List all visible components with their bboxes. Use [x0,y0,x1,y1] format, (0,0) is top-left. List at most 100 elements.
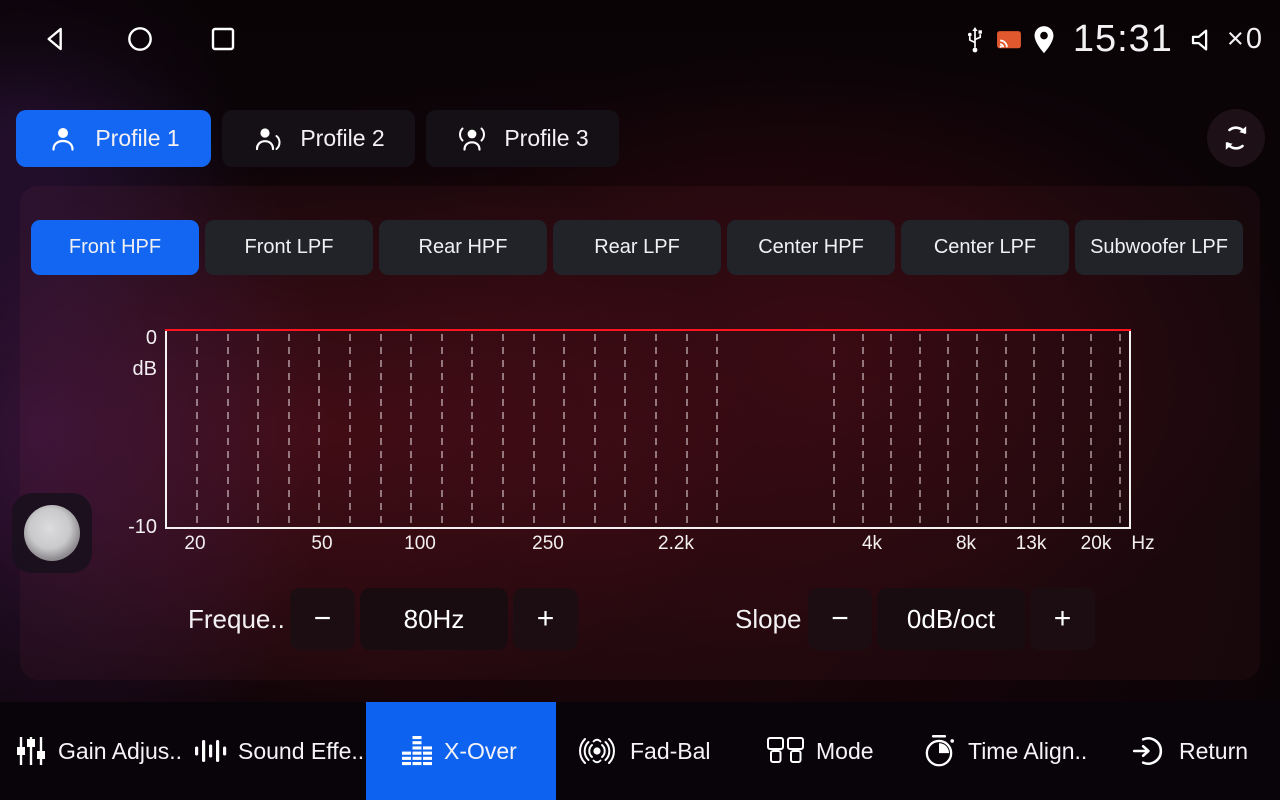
gridline [1119,334,1121,524]
tab-profile-1[interactable]: Profile 1 [16,110,211,167]
nav-time-align[interactable]: Time Align.. [920,702,1087,800]
nav-label: Fad-Bal [630,738,711,765]
x-tick-label: 20k [1081,533,1112,555]
tab-front-hpf[interactable]: Front HPF [31,220,199,275]
tab-subwoofer-lpf[interactable]: Subwoofer LPF [1075,220,1243,275]
gridline [862,334,864,524]
filter-tab-label: Front HPF [69,236,161,259]
x-tick-label: 50 [311,533,332,555]
gridline [441,334,443,524]
person-switch-icon [252,123,284,155]
gridline [1062,334,1064,524]
filter-tab-label: Center HPF [758,236,864,259]
filter-tab-label: Rear LPF [594,236,680,259]
nav-sound-effect[interactable]: Sound Effe.. [192,702,364,800]
nav-label: Return [1179,738,1248,765]
gridline [686,334,688,524]
gridline [227,334,229,524]
response-curve [165,329,1131,331]
android-home-button[interactable] [122,21,158,57]
tab-front-lpf[interactable]: Front LPF [205,220,373,275]
stopwatch-icon [920,732,958,770]
gridline [380,334,382,524]
tab-center-hpf[interactable]: Center HPF [727,220,895,275]
nav-x-over[interactable]: X-Over [400,702,517,800]
nav-label: Mode [816,738,874,765]
filter-tab-label: Rear HPF [419,236,508,259]
person-waves-icon [456,123,488,155]
y-tick-0: 0 [117,327,157,350]
frequency-plus-button[interactable]: + [513,588,578,650]
mode-icon [766,734,806,768]
gridline [833,334,835,524]
gridline [1033,334,1035,524]
nav-return[interactable]: Return [1131,702,1248,800]
x-tick-label: 250 [532,533,564,555]
gridline [1090,334,1092,524]
volume-muted-icon [1188,25,1218,55]
xover-screen: 15:31 ×0 Profile 1 Profile 2 [0,0,1280,800]
android-recents-button[interactable] [205,21,241,57]
clock: 15:31 [1073,18,1173,61]
nav-mode[interactable]: Mode [766,702,874,800]
gridline [502,334,504,524]
y-axis-unit: dB [117,358,157,381]
nav-gain-adjust[interactable]: Gain Adjus.. [14,702,182,800]
tab-center-lpf[interactable]: Center LPF [901,220,1069,275]
nav-fad-bal[interactable]: Fad-Bal [574,702,711,800]
cast-icon [996,28,1023,52]
slope-minus-button[interactable]: − [808,588,872,650]
tab-rear-hpf[interactable]: Rear HPF [379,220,547,275]
back-icon [40,23,72,55]
nav-label: Sound Effe.. [238,738,364,765]
volume-level: ×0 [1227,23,1264,56]
gridline [318,334,320,524]
gridline [655,334,657,524]
refresh-icon [1220,122,1252,154]
person-icon [47,123,79,155]
tab-rear-lpf[interactable]: Rear LPF [553,220,721,275]
slope-value: 0dB/oct [877,588,1025,650]
gridline [890,334,892,524]
nav-label: Time Align.. [968,738,1087,765]
gridline [471,334,473,524]
profile-tab-label: Profile 1 [95,125,179,152]
gridline [976,334,978,524]
x-axis-ticks: Hz 20501002502.2k4k8k13k20k [165,533,1127,559]
gridline [196,334,198,524]
gridline [288,334,290,524]
gridline [624,334,626,524]
android-back-button[interactable] [38,21,74,57]
x-tick-label: 8k [956,533,976,555]
nav-label: Gain Adjus.. [58,738,182,765]
x-axis-unit: Hz [1131,533,1154,555]
equalizer-icon [400,733,434,769]
nav-label: X-Over [444,738,517,765]
x-tick-label: 4k [862,533,882,555]
frequency-label: Freque.. [188,588,285,650]
fader-balance-icon [574,731,620,771]
gridline [716,334,718,524]
gridline [563,334,565,524]
knob-circle-icon [24,505,80,561]
frequency-value: 80Hz [360,588,508,650]
frequency-minus-button[interactable]: − [290,588,355,650]
gridline [919,334,921,524]
x-tick-label: 13k [1016,533,1047,555]
x-tick-label: 2.2k [658,533,694,555]
y-tick-minus10: -10 [117,516,157,539]
reset-button[interactable] [1207,109,1265,167]
tab-profile-2[interactable]: Profile 2 [222,110,415,167]
x-tick-label: 100 [404,533,436,555]
gridline [257,334,259,524]
waveform-icon [192,735,228,767]
gridline [410,334,412,524]
filter-tab-label: Subwoofer LPF [1090,236,1228,259]
gridline [533,334,535,524]
slope-plus-button[interactable]: + [1030,588,1095,650]
tab-profile-3[interactable]: Profile 3 [426,110,619,167]
gridline [1005,334,1007,524]
sliders-icon [14,734,48,768]
usb-icon [963,24,987,56]
control-knob[interactable] [12,493,92,573]
